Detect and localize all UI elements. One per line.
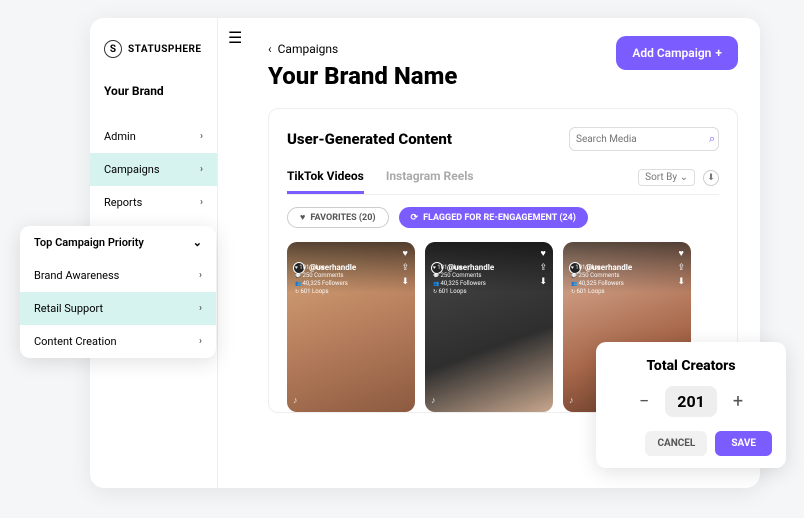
tabs-row: TikTok Videos Instagram Reels Sort By ⌄ … <box>287 169 719 195</box>
share-icon[interactable]: ⇪ <box>401 263 409 273</box>
loops-stat: 601 Loops <box>571 288 624 295</box>
nav-label: Reports <box>104 196 142 209</box>
download-icon[interactable]: ⬇ <box>677 277 685 287</box>
priority-item-retail-support[interactable]: Retail Support › <box>20 292 216 325</box>
save-button[interactable]: SAVE <box>715 431 772 456</box>
ugc-title: User-Generated Content <box>287 130 452 148</box>
video-stats: 101 Likes 250 Comments 40,325 Followers … <box>571 264 624 295</box>
flagged-label: FLAGGED FOR RE-ENGAGEMENT (24) <box>423 213 576 223</box>
hamburger-icon[interactable]: ☰ <box>228 28 242 47</box>
chevron-right-icon: › <box>199 303 202 314</box>
brand-logo-row: S STATUSPHERE <box>90 40 217 76</box>
tiktok-icon: ♪ <box>293 395 298 406</box>
chevron-right-icon: › <box>200 197 203 208</box>
heart-icon[interactable]: ♥ <box>403 248 408 259</box>
cancel-button[interactable]: CANCEL <box>645 431 707 456</box>
plus-icon: + <box>715 46 722 60</box>
search-input[interactable] <box>576 134 709 145</box>
nav-list: Admin › Campaigns › Reports › <box>90 120 217 219</box>
tab-instagram-reels[interactable]: Instagram Reels <box>386 169 474 194</box>
refresh-icon: ⟳ <box>411 213 419 223</box>
card-header-row: User-Generated Content ⌕ <box>287 127 719 151</box>
priority-item-label: Brand Awareness <box>34 269 119 282</box>
filter-flagged-pill[interactable]: ⟳ FLAGGED FOR RE-ENGAGEMENT (24) <box>399 207 588 228</box>
heart-icon: ♥ <box>300 212 305 223</box>
share-icon[interactable]: ⇪ <box>677 263 685 273</box>
followers-stat: 40,325 Followers <box>571 280 624 287</box>
creators-count-value: 201 <box>665 386 717 417</box>
comments-stat: 250 Comments <box>433 272 486 279</box>
increment-button[interactable]: + <box>733 391 743 412</box>
breadcrumb-label: Campaigns <box>278 42 339 56</box>
video-card[interactable]: @userhandle ♥ ⇪ ⬇ 101 Likes 250 Comments… <box>287 242 415 412</box>
total-creators-title: Total Creators <box>610 358 772 374</box>
priority-item-brand-awareness[interactable]: Brand Awareness › <box>20 259 216 292</box>
brand-name: STATUSPHERE <box>128 44 202 55</box>
creators-actions: CANCEL SAVE <box>610 431 772 456</box>
chevron-down-icon: ⌄ <box>193 236 202 249</box>
tab-tiktok-videos[interactable]: TikTok Videos <box>287 169 364 194</box>
chevron-right-icon: › <box>200 131 203 142</box>
download-icon[interactable]: ⬇ <box>539 277 547 287</box>
video-side-icons: ♥ ⇪ ⬇ <box>677 248 685 287</box>
video-stats: 101 Likes 250 Comments 40,325 Followers … <box>433 264 486 295</box>
video-stats: 101 Likes 250 Comments 40,325 Followers … <box>295 264 348 295</box>
filters-row: ♥ FAVORITES (20) ⟳ FLAGGED FOR RE-ENGAGE… <box>287 207 719 228</box>
tiktok-icon: ♪ <box>431 395 436 406</box>
nav-item-campaigns[interactable]: Campaigns › <box>90 153 217 186</box>
sort-by-dropdown[interactable]: Sort By ⌄ <box>638 169 695 186</box>
priority-header-label: Top Campaign Priority <box>34 236 144 249</box>
chevron-right-icon: › <box>199 270 202 281</box>
chevron-left-icon: ‹ <box>268 42 272 56</box>
tiktok-icon: ♪ <box>569 395 574 406</box>
share-icon[interactable]: ⇪ <box>539 263 547 273</box>
priority-dropdown-header[interactable]: Top Campaign Priority ⌄ <box>20 226 216 259</box>
followers-stat: 40,325 Followers <box>295 280 348 287</box>
followers-stat: 40,325 Followers <box>433 280 486 287</box>
priority-item-label: Retail Support <box>34 302 103 315</box>
video-side-icons: ♥ ⇪ ⬇ <box>401 248 409 287</box>
total-creators-card: Total Creators − 201 + CANCEL SAVE <box>596 342 786 468</box>
nav-label: Campaigns <box>104 163 160 176</box>
chevron-right-icon: › <box>199 336 202 347</box>
video-card[interactable]: @userhandle ♥ ⇪ ⬇ 101 Likes 250 Comments… <box>425 242 553 412</box>
nav-item-reports[interactable]: Reports › <box>90 186 217 219</box>
priority-item-label: Content Creation <box>34 335 117 348</box>
filter-favorites-pill[interactable]: ♥ FAVORITES (20) <box>287 207 389 228</box>
quantity-stepper: − 201 + <box>610 386 772 417</box>
tabs: TikTok Videos Instagram Reels <box>287 169 474 194</box>
heart-icon[interactable]: ♥ <box>679 248 684 259</box>
tabs-right: Sort By ⌄ ⬇ <box>638 169 719 194</box>
nav-label: Admin <box>104 130 136 143</box>
comments-stat: 250 Comments <box>571 272 624 279</box>
heart-icon[interactable]: ♥ <box>541 248 546 259</box>
nav-item-admin[interactable]: Admin › <box>90 120 217 153</box>
loops-stat: 601 Loops <box>433 288 486 295</box>
likes-stat: 101 Likes <box>433 264 486 271</box>
favorites-label: FAVORITES (20) <box>310 213 375 223</box>
chevron-down-icon: ⌄ <box>680 172 688 183</box>
sort-by-label: Sort By <box>645 172 677 183</box>
priority-item-content-creation[interactable]: Content Creation › <box>20 325 216 358</box>
brand-logo-icon: S <box>104 40 122 58</box>
decrement-button[interactable]: − <box>639 391 649 412</box>
add-campaign-label: Add Campaign <box>632 46 711 60</box>
comments-stat: 250 Comments <box>295 272 348 279</box>
likes-stat: 101 Likes <box>295 264 348 271</box>
your-brand-heading: Your Brand <box>90 76 217 106</box>
search-icon: ⌕ <box>709 132 715 146</box>
search-media-wrap[interactable]: ⌕ <box>569 127 719 151</box>
download-icon[interactable]: ⬇ <box>703 170 719 186</box>
chevron-right-icon: › <box>200 164 203 175</box>
likes-stat: 101 Likes <box>571 264 624 271</box>
video-side-icons: ♥ ⇪ ⬇ <box>539 248 547 287</box>
download-icon[interactable]: ⬇ <box>401 277 409 287</box>
priority-dropdown-card: Top Campaign Priority ⌄ Brand Awareness … <box>20 226 216 358</box>
loops-stat: 601 Loops <box>295 288 348 295</box>
add-campaign-button[interactable]: Add Campaign + <box>616 36 738 70</box>
